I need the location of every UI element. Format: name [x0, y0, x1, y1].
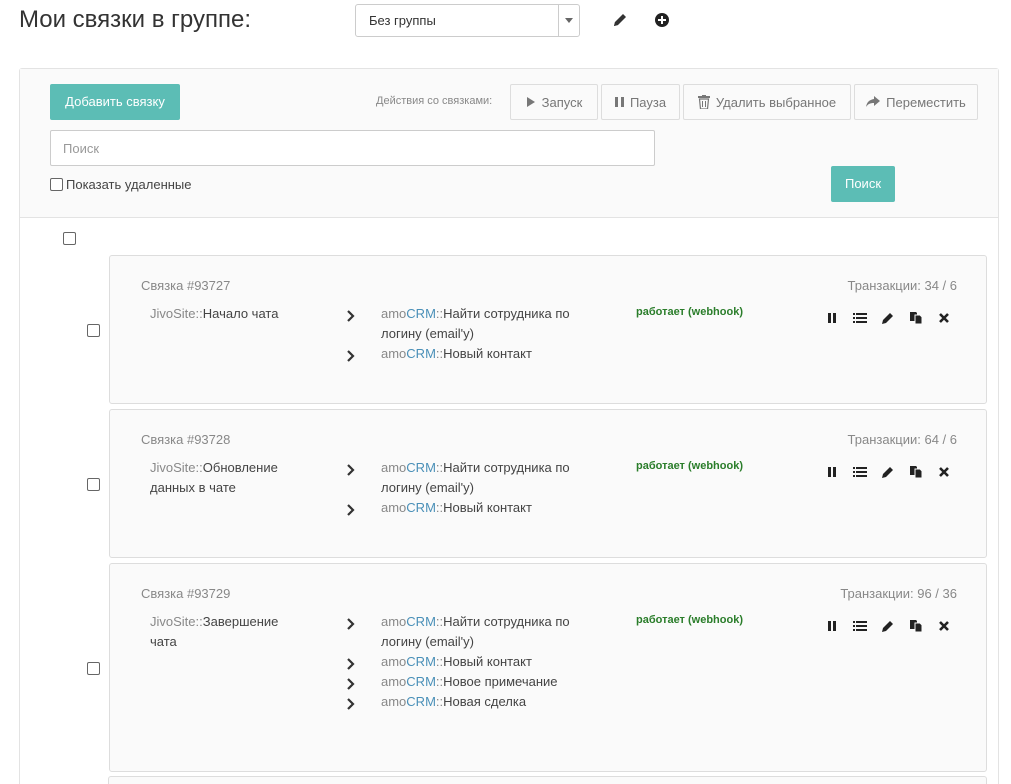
status-badge: работает (webhook) [636, 460, 743, 472]
copy-icon[interactable] [909, 311, 923, 325]
move-button[interactable]: Переместить [854, 84, 978, 120]
card-actions [825, 619, 951, 633]
copy-icon[interactable] [909, 619, 923, 633]
chevron-right-icon [347, 502, 355, 522]
trigger-source: JivoSite::Начало чата [150, 306, 279, 321]
actions-list: amoCRM::Найти сотрудника по логину (emai… [346, 458, 606, 518]
delete-selected-button[interactable]: Удалить выбранное [683, 84, 851, 120]
select-all-checkbox[interactable] [63, 232, 76, 245]
action-item: amoCRM::Новый контакт [346, 652, 606, 672]
pause-label: Пауза [629, 94, 667, 110]
list-icon[interactable] [853, 465, 867, 479]
link-id[interactable]: Связка #93727 [141, 278, 230, 293]
links-panel: Добавить связку Действия со связками: За… [19, 68, 999, 784]
chevron-right-icon [347, 348, 355, 368]
show-deleted-toggle[interactable]: Показать удаленные [50, 177, 192, 192]
close-icon[interactable] [937, 619, 951, 633]
transactions-count: Транзакции: 64 / 6 [847, 432, 957, 447]
action-item: amoCRM::Новое примечание [346, 672, 606, 692]
chevron-right-icon [347, 616, 355, 636]
pencil-icon[interactable] [612, 12, 628, 28]
move-label: Переместить [886, 94, 966, 110]
actions-list: amoCRM::Найти сотрудника по логину (emai… [346, 612, 606, 712]
card-actions [825, 465, 951, 479]
start-label: Запуск [541, 94, 583, 110]
action-item: amoCRM::Найти сотрудника по логину (emai… [346, 458, 606, 498]
page-title: Мои связки в группе: [19, 6, 251, 33]
trash-icon [697, 95, 710, 109]
pencil-icon[interactable] [881, 465, 895, 479]
link-card: Связка #93727 Транзакции: 34 / 6 JivoSit… [109, 255, 987, 404]
show-deleted-label: Показать удаленные [66, 177, 192, 192]
chevron-right-icon [347, 696, 355, 716]
trigger-source: JivoSite::Завершение чата [150, 614, 279, 649]
action-item: amoCRM::Новый контакт [346, 344, 606, 364]
pause-icon[interactable] [825, 619, 839, 633]
chevron-right-icon [347, 462, 355, 482]
card-actions [825, 311, 951, 325]
copy-icon[interactable] [909, 465, 923, 479]
pause-icon[interactable] [825, 311, 839, 325]
row-checkbox[interactable] [87, 662, 100, 675]
row-checkbox[interactable] [87, 478, 100, 491]
action-item: amoCRM::Новый контакт [346, 498, 606, 518]
status-badge: работает (webhook) [636, 306, 743, 318]
search-button[interactable]: Поиск [831, 166, 895, 202]
group-select-value: Без группы [369, 13, 436, 28]
chevron-right-icon [347, 308, 355, 328]
add-link-button[interactable]: Добавить связку [50, 84, 180, 120]
transactions-count: Транзакции: 96 / 36 [840, 586, 957, 601]
actions-label: Действия со связками: [376, 95, 493, 107]
action-item: amoCRM::Новая сделка [346, 692, 606, 712]
add-circle-icon[interactable] [654, 12, 670, 28]
actions-list: amoCRM::Найти сотрудника по логину (emai… [346, 304, 606, 364]
pause-icon [614, 96, 624, 108]
list-icon[interactable] [853, 619, 867, 633]
source-service: JivoSite [150, 614, 196, 629]
source-action: Начало чата [202, 306, 279, 321]
status-badge: работает (webhook) [636, 614, 743, 626]
trigger-source: JivoSite::Обновление данных в чате [150, 460, 278, 495]
play-icon [526, 96, 536, 108]
list-icon[interactable] [853, 311, 867, 325]
link-card: Связка #93729 Транзакции: 96 / 36 JivoSi… [109, 563, 987, 772]
link-card: Связка #93728 Транзакции: 64 / 6 JivoSit… [109, 409, 987, 558]
pencil-icon[interactable] [881, 619, 895, 633]
group-select[interactable]: Без группы [355, 4, 580, 37]
transactions-count: Транзакции: 34 / 6 [847, 278, 957, 293]
chevron-down-icon[interactable] [558, 5, 579, 36]
delete-selected-label: Удалить выбранное [715, 94, 837, 110]
row-checkbox[interactable] [87, 324, 100, 337]
source-service: JivoSite [150, 306, 196, 321]
start-button[interactable]: Запуск [510, 84, 598, 120]
search-input[interactable] [50, 130, 655, 166]
pencil-icon[interactable] [881, 311, 895, 325]
source-service: JivoSite [150, 460, 196, 475]
link-id[interactable]: Связка #93729 [141, 586, 230, 601]
show-deleted-checkbox[interactable] [50, 178, 63, 191]
action-item: amoCRM::Найти сотрудника по логину (emai… [346, 304, 606, 344]
link-card-partial [108, 776, 987, 784]
close-icon[interactable] [937, 311, 951, 325]
share-arrow-icon [866, 96, 881, 108]
close-icon[interactable] [937, 465, 951, 479]
pause-button[interactable]: Пауза [601, 84, 680, 120]
toolbar: Добавить связку Действия со связками: За… [20, 69, 998, 218]
link-id[interactable]: Связка #93728 [141, 432, 230, 447]
action-item: amoCRM::Найти сотрудника по логину (emai… [346, 612, 606, 652]
pause-icon[interactable] [825, 465, 839, 479]
